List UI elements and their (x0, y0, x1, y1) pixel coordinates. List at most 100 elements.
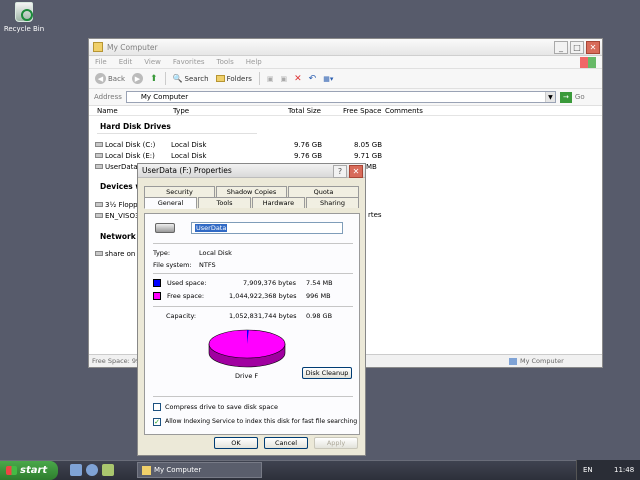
drive-free: MB (366, 163, 377, 171)
windows-logo-icon (580, 56, 596, 68)
tab-security[interactable]: Security (144, 186, 215, 197)
menu-file[interactable]: File (95, 58, 107, 66)
up-folder-button[interactable]: ⬆ (150, 74, 158, 84)
recycle-bin[interactable]: Recycle Bin (2, 2, 46, 33)
explorer-title: My Computer (107, 42, 158, 52)
media-player-icon[interactable] (102, 464, 114, 476)
col-type[interactable]: Type (173, 107, 189, 115)
forward-button[interactable]: ▶ (132, 73, 143, 84)
address-field[interactable]: My Computer ▼ (125, 91, 556, 103)
menu-favorites[interactable]: Favorites (173, 58, 205, 66)
free-space-swatch (153, 292, 161, 300)
drive-name: Local Disk (C:) (105, 141, 156, 149)
disk-cleanup-button[interactable]: Disk Cleanup (302, 367, 352, 379)
col-name[interactable]: Name (97, 107, 118, 115)
recycle-bin-icon (15, 2, 33, 22)
internet-explorer-icon[interactable] (86, 464, 98, 476)
delete-icon[interactable]: ✕ (294, 74, 302, 84)
menu-view[interactable]: View (144, 58, 161, 66)
tab-shadow-copies[interactable]: Shadow Copies (216, 186, 287, 197)
language-indicator[interactable]: EN (583, 466, 593, 474)
my-computer-icon (93, 42, 103, 52)
status-free-space: Free Space: 99 (92, 357, 141, 365)
undo-icon[interactable]: ↶ (309, 74, 317, 84)
col-comments[interactable]: Comments (385, 107, 423, 115)
drive-total: 9.76 GB (294, 141, 323, 149)
my-computer-icon (509, 357, 517, 365)
type-value: Local Disk (199, 249, 232, 257)
column-headers: Name Type Total Size Free Space Comments (89, 106, 602, 116)
menu-bar: File Edit View Favorites Tools Help (89, 56, 602, 69)
tab-row-front: General Tools Hardware Sharing (144, 197, 360, 209)
volume-name-input[interactable]: UserData (191, 222, 343, 234)
search-icon: 🔍 (172, 74, 183, 83)
local-disk-icon (95, 164, 103, 169)
dialog-close-button[interactable]: ✕ (349, 165, 363, 178)
explorer-titlebar[interactable]: My Computer _ □ ✕ (89, 39, 602, 56)
drive-name: UserData (105, 163, 138, 171)
up-folder-icon: ⬆ (150, 73, 158, 84)
standard-toolbar: ◀ Back ▶ ⬆ 🔍 Search Folders ▣ ▣ ✕ ↶ ▦▾ (89, 69, 602, 89)
menu-edit[interactable]: Edit (119, 58, 133, 66)
apply-button[interactable]: Apply (314, 437, 358, 449)
list-item[interactable]: Local Disk (C:) Local Disk 9.76 GB 8.05 … (95, 141, 385, 150)
address-bar: Address My Computer ▼ → Go (89, 89, 602, 106)
maximize-button[interactable]: □ (570, 41, 584, 54)
col-free-space[interactable]: Free Space (343, 107, 381, 115)
move-to-icon[interactable]: ▣ (267, 75, 274, 83)
menu-tools[interactable]: Tools (217, 58, 234, 66)
properties-dialog: UserData (F:) Properties ? ✕ Security Sh… (137, 163, 366, 456)
help-button[interactable]: ? (333, 165, 347, 178)
drive-letter-label: Drive F (235, 372, 259, 380)
tab-sharing[interactable]: Sharing (306, 197, 359, 208)
back-button[interactable]: ◀ Back (95, 73, 125, 84)
address-dropdown-icon[interactable]: ▼ (544, 92, 555, 102)
go-arrow-icon: → (559, 91, 572, 103)
tab-quota[interactable]: Quota (288, 186, 359, 197)
drive-free: 8.05 GB (354, 141, 383, 149)
taskbar-button-my-computer[interactable]: My Computer (137, 462, 262, 478)
list-item[interactable]: Local Disk (E:) Local Disk 9.76 GB 9.71 … (95, 152, 385, 161)
capacity-label: Capacity: (166, 312, 197, 320)
folders-label: Folders (226, 74, 252, 83)
clock[interactable]: 11:48 (614, 466, 634, 474)
used-space-label: Used space: (167, 279, 207, 287)
drive-name: Local Disk (E:) (105, 152, 155, 160)
disk-usage-pie (208, 329, 286, 368)
floppy-icon (95, 202, 103, 207)
folders-button[interactable]: Folders (215, 74, 252, 83)
ok-button[interactable]: OK (214, 437, 258, 449)
col-total-size[interactable]: Total Size (288, 107, 321, 115)
drive-type: Local Disk (171, 152, 207, 160)
taskbar-button-label: My Computer (154, 466, 202, 474)
cancel-button[interactable]: Cancel (264, 437, 308, 449)
type-label: Type: (153, 249, 171, 257)
close-button[interactable]: ✕ (586, 41, 600, 54)
copy-to-icon[interactable]: ▣ (280, 75, 287, 83)
indexing-label: Allow Indexing Service to index this dis… (165, 418, 358, 425)
start-button[interactable]: start (0, 461, 58, 480)
indexing-checkbox[interactable]: ✓ (153, 418, 161, 426)
filesystem-value: NTFS (199, 261, 216, 269)
tab-tools[interactable]: Tools (198, 197, 251, 208)
tab-general[interactable]: General (144, 197, 197, 209)
address-label: Address (94, 93, 122, 101)
views-icon[interactable]: ▦▾ (323, 75, 333, 83)
used-space-swatch (153, 279, 161, 287)
menu-help[interactable]: Help (246, 58, 262, 66)
general-tab-panel: UserData Type: Local Disk File system: N… (144, 213, 360, 435)
dialog-titlebar[interactable]: UserData (F:) Properties ? ✕ (138, 164, 365, 178)
system-tray: EN 11:48 (576, 460, 640, 480)
drive-type: Local Disk (171, 141, 207, 149)
show-desktop-icon[interactable] (70, 464, 82, 476)
tab-hardware[interactable]: Hardware (252, 197, 305, 208)
drive-free: 9.71 GB (354, 152, 383, 160)
device-extra: rtes (368, 211, 382, 219)
forward-arrow-icon: ▶ (132, 73, 143, 84)
capacity-size: 0.98 GB (306, 312, 333, 320)
minimize-button[interactable]: _ (554, 41, 568, 54)
compress-checkbox[interactable] (153, 403, 161, 411)
go-button[interactable]: → Go (559, 91, 585, 103)
search-button[interactable]: 🔍 Search (173, 74, 209, 83)
divider (153, 396, 353, 397)
